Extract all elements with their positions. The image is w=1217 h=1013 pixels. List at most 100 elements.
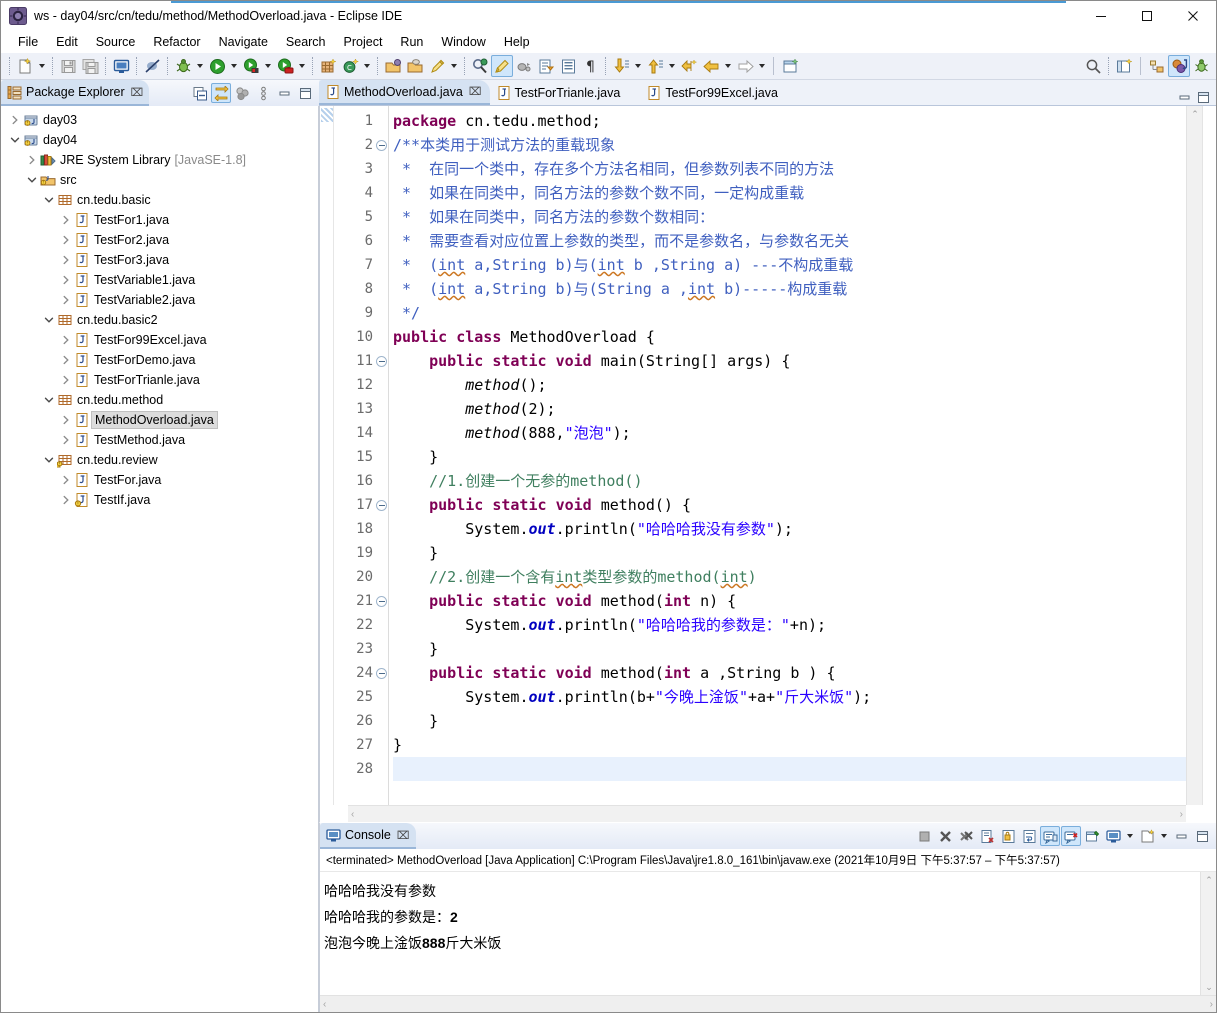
tree-item-testfor-java[interactable]: TestFor.java	[1, 470, 318, 490]
new-wizard-dropdown-arrow[interactable]	[36, 55, 48, 77]
chevron-down-icon[interactable]	[24, 172, 40, 188]
maximize-view-icon[interactable]	[295, 83, 315, 103]
pilcrow-icon[interactable]: ¶	[579, 55, 601, 77]
close-icon[interactable]: ⌧	[397, 829, 410, 842]
new-java-class-icon[interactable]: C	[339, 55, 361, 77]
chevron-right-icon[interactable]	[58, 272, 74, 288]
view-menu-dots-icon[interactable]	[232, 83, 252, 103]
scroll-up-arrow-icon[interactable]: ⌃	[1187, 106, 1203, 122]
chevron-down-icon[interactable]	[41, 312, 57, 328]
tree-item-testfordemo-java[interactable]: TestForDemo.java	[1, 350, 318, 370]
previous-annotation-dropdown-arrow[interactable]	[666, 55, 678, 77]
tree-item-cn-tedu-basic2[interactable]: cn.tedu.basic2	[1, 310, 318, 330]
back-arrow-icon[interactable]	[700, 55, 722, 77]
tree-item-cn-tedu-review[interactable]: ! cn.tedu.review	[1, 450, 318, 470]
run-external-tools-icon[interactable]	[240, 55, 262, 77]
fold-collapse-icon[interactable]	[376, 500, 387, 511]
next-annotation-icon[interactable]	[610, 55, 632, 77]
editor-marker-bar[interactable]	[320, 106, 334, 805]
minimize-console-icon[interactable]	[1171, 826, 1191, 846]
maximize-console-icon[interactable]	[1192, 826, 1212, 846]
tab-testfor99excel-java[interactable]: TestFor99Excel.java	[640, 80, 784, 105]
new-wizard-icon[interactable]	[14, 55, 36, 77]
scroll-left-arrow-icon[interactable]: ‹	[351, 809, 354, 820]
tree-item-cn-tedu-basic[interactable]: cn.tedu.basic	[1, 190, 318, 210]
console-horizontal-scrollbar[interactable]: ‹ ›	[320, 995, 1216, 1012]
scroll-left-arrow-icon[interactable]: ‹	[323, 999, 326, 1010]
menu-project[interactable]: Project	[335, 33, 392, 51]
show-whitespace-icon[interactable]	[557, 55, 579, 77]
tree-item-testif-java[interactable]: ! TestIf.java	[1, 490, 318, 510]
run-icon[interactable]	[206, 55, 228, 77]
coverage-dropdown-arrow[interactable]	[296, 55, 308, 77]
editor-vertical-scrollbar[interactable]: ⌃	[1186, 106, 1202, 805]
chevron-right-icon[interactable]	[58, 252, 74, 268]
run-external-tools-dropdown-arrow[interactable]	[262, 55, 274, 77]
scroll-right-arrow-icon[interactable]: ›	[1210, 999, 1213, 1010]
back-dropdown-arrow[interactable]	[722, 55, 734, 77]
chevron-right-icon[interactable]	[7, 112, 23, 128]
open-perspective-icon[interactable]	[1113, 55, 1135, 77]
quick-fix-dropdown-arrow[interactable]	[448, 55, 460, 77]
debug-dropdown-arrow[interactable]	[194, 55, 206, 77]
menu-run[interactable]: Run	[391, 33, 432, 51]
open-type-icon[interactable]	[382, 55, 404, 77]
tree-item-cn-tedu-method[interactable]: cn.tedu.method	[1, 390, 318, 410]
chevron-right-icon[interactable]	[58, 472, 74, 488]
terminate-icon[interactable]	[914, 826, 934, 846]
chevron-right-icon[interactable]	[58, 412, 74, 428]
collapse-all-icon[interactable]	[190, 83, 210, 103]
open-console-dropdown-arrow[interactable]	[1158, 825, 1170, 847]
word-wrap-icon[interactable]	[1019, 826, 1039, 846]
show-console-on-output-icon[interactable]	[1040, 826, 1060, 846]
view-menu-icon[interactable]	[253, 83, 273, 103]
fold-collapse-icon[interactable]	[376, 140, 387, 151]
display-selected-console-dropdown-arrow[interactable]	[1124, 825, 1136, 847]
menu-refactor[interactable]: Refactor	[144, 33, 209, 51]
java-browsing-perspective-icon[interactable]	[1146, 55, 1168, 77]
close-icon[interactable]: ⌧	[469, 85, 482, 98]
scroll-lock-icon[interactable]	[998, 826, 1018, 846]
open-task-icon[interactable]	[404, 55, 426, 77]
tree-item-testvariable2-java[interactable]: TestVariable2.java	[1, 290, 318, 310]
menu-navigate[interactable]: Navigate	[210, 33, 277, 51]
minimize-editor-icon[interactable]	[1177, 90, 1192, 105]
console-output-area[interactable]: 哈哈哈我没有参数 哈哈哈我的参数是：2 泡泡今晚上淦饭888斤大米饭 ⌃ ⌄	[320, 872, 1216, 995]
tab-console[interactable]: Console ⌧	[320, 823, 416, 849]
chevron-right-icon[interactable]	[58, 212, 74, 228]
coverage-icon[interactable]	[274, 55, 296, 77]
fold-collapse-icon[interactable]	[376, 668, 387, 679]
chevron-right-icon[interactable]	[58, 492, 74, 508]
tree-item-testfor3-java[interactable]: TestFor3.java	[1, 250, 318, 270]
back-history-icon[interactable]	[678, 55, 700, 77]
tree-item-testfor1-java[interactable]: TestFor1.java	[1, 210, 318, 230]
tab-package-explorer[interactable]: Package Explorer ⌧	[1, 80, 150, 106]
quick-fix-icon[interactable]	[426, 55, 448, 77]
tree-item-day03[interactable]: ! day03	[1, 110, 318, 130]
console-output-text[interactable]: 哈哈哈我没有参数 哈哈哈我的参数是：2 泡泡今晚上淦饭888斤大米饭	[320, 872, 1200, 995]
chevron-down-icon[interactable]	[41, 452, 57, 468]
chevron-right-icon[interactable]	[58, 332, 74, 348]
chevron-right-icon[interactable]	[58, 372, 74, 388]
skip-breakpoints-icon[interactable]	[513, 55, 535, 77]
tree-item-methodoverload-java[interactable]: MethodOverload.java	[1, 410, 318, 430]
forward-arrow-icon[interactable]	[734, 55, 756, 77]
next-annotation-dropdown-arrow[interactable]	[632, 55, 644, 77]
menu-search[interactable]: Search	[277, 33, 335, 51]
search-icon[interactable]	[1082, 55, 1104, 77]
tree-item-day04[interactable]: ! day04	[1, 130, 318, 150]
remove-launch-icon[interactable]	[935, 826, 955, 846]
tree-item-testvariable1-java[interactable]: TestVariable1.java	[1, 270, 318, 290]
debug-icon[interactable]	[172, 55, 194, 77]
display-selected-console-icon[interactable]	[1103, 826, 1123, 846]
chevron-down-icon[interactable]	[41, 192, 57, 208]
debug-perspective-icon[interactable]	[1190, 55, 1212, 77]
menu-window[interactable]: Window	[432, 33, 494, 51]
tree-item-jre-system-library[interactable]: JRE System Library [JavaSE-1.8]	[1, 150, 318, 170]
editor-horizontal-scrollbar[interactable]: ‹ ›	[348, 805, 1186, 822]
minimize-view-icon[interactable]	[274, 83, 294, 103]
save-icon[interactable]	[57, 55, 79, 77]
maximize-editor-icon[interactable]	[1196, 90, 1211, 105]
chevron-right-icon[interactable]	[58, 292, 74, 308]
chevron-down-icon[interactable]	[7, 132, 23, 148]
